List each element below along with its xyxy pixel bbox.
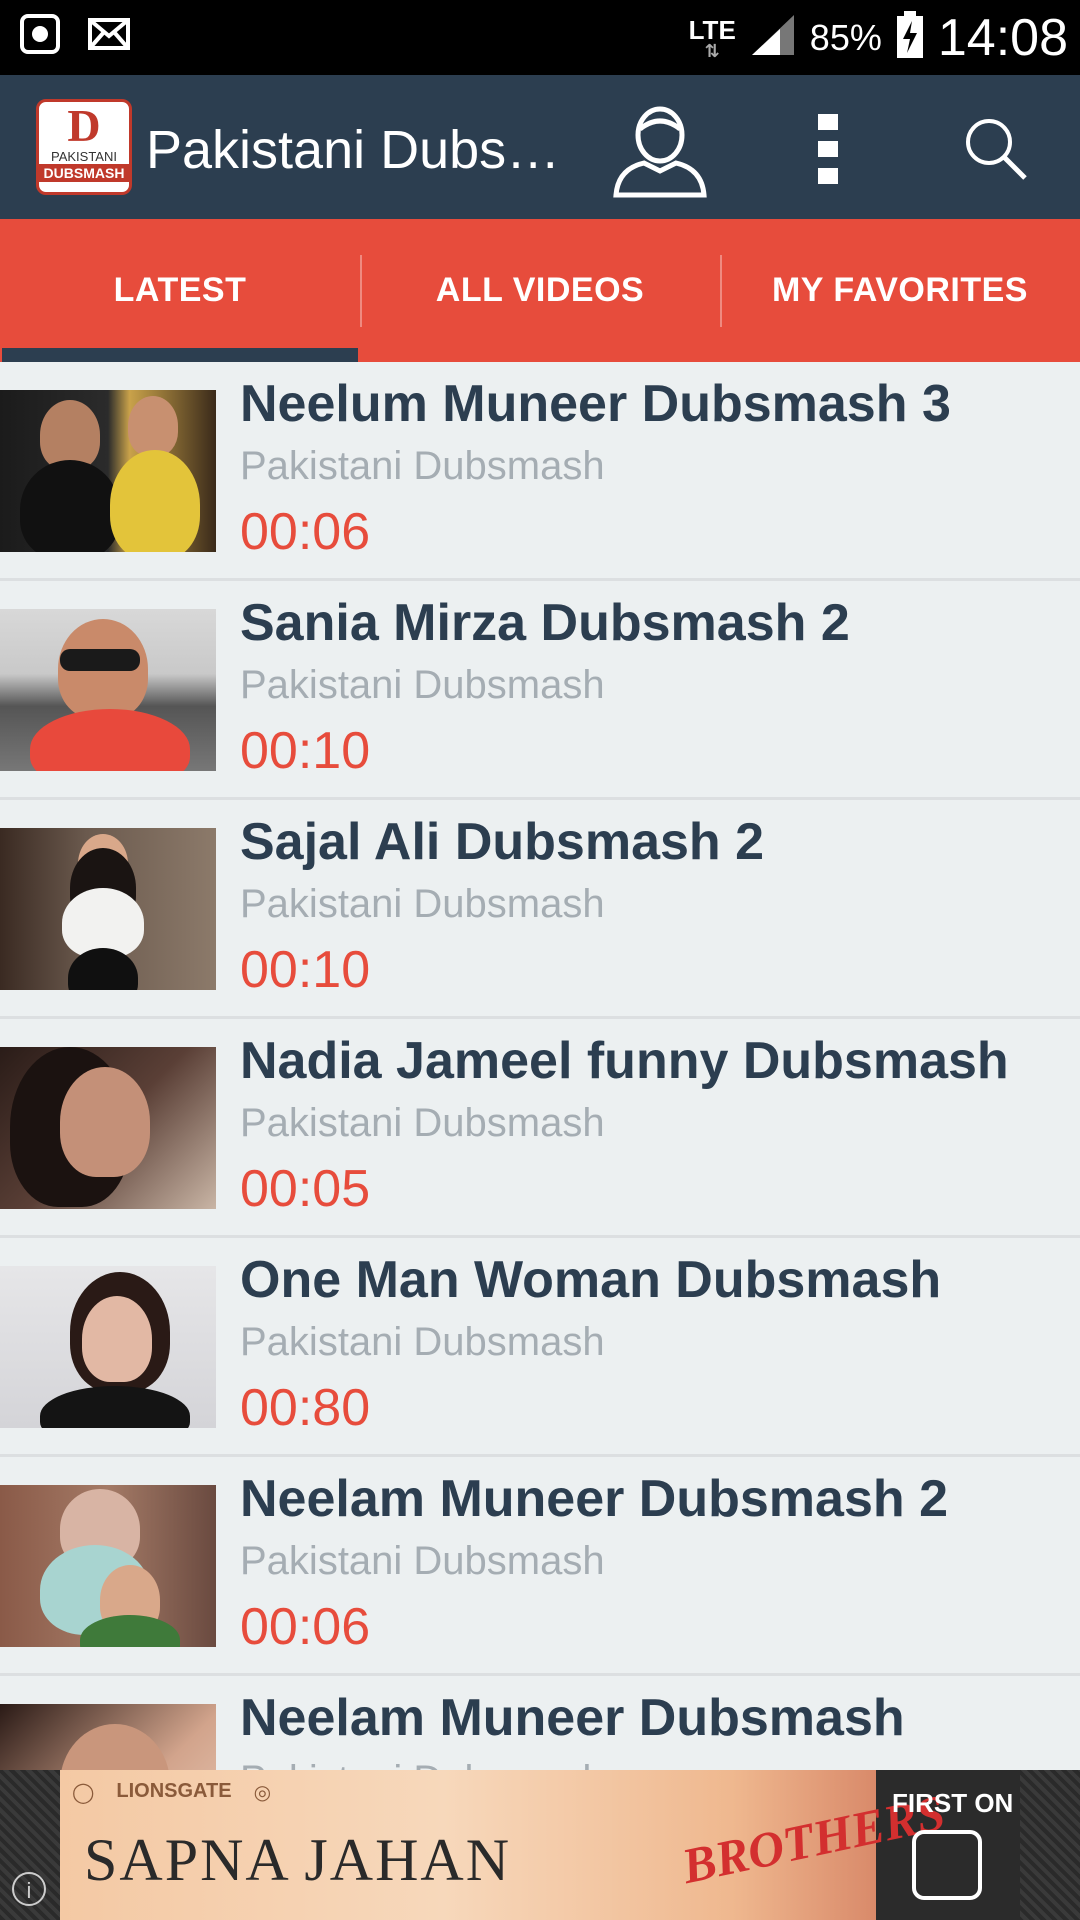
status-bar: LTE ⇅ 85% 14:08 <box>0 0 1080 75</box>
video-title: Neelum Muneer Dubsmash 3 <box>240 375 951 433</box>
video-channel: Pakistani Dubsmash <box>240 1758 605 1770</box>
video-channel: Pakistani Dubsmash <box>240 1539 605 1583</box>
video-title: Neelam Muneer Dubsmash 2 <box>240 1470 949 1528</box>
video-list[interactable]: Neelum Muneer Dubsmash 3 Pakistani Dubsm… <box>0 362 1080 1770</box>
video-list-item[interactable]: One Man Woman Dubsmash Pakistani Dubsmas… <box>0 1238 1080 1457</box>
screenshot-notification-icon <box>20 14 60 59</box>
video-thumbnail[interactable] <box>0 1047 216 1209</box>
clock: 14:08 <box>937 8 1068 67</box>
video-list-item[interactable]: Nadia Jameel funny Dubsmash Pakistani Du… <box>0 1019 1080 1238</box>
video-channel: Pakistani Dubsmash <box>240 1101 605 1145</box>
video-list-item[interactable]: Sania Mirza Dubsmash 2 Pakistani Dubsmas… <box>0 581 1080 800</box>
ad-first-on: FIRST ON <box>892 1788 1014 1818</box>
video-channel: Pakistani Dubsmash <box>240 663 605 707</box>
video-thumbnail[interactable] <box>0 828 216 990</box>
user-icon <box>613 106 707 198</box>
mail-notification-icon <box>88 18 130 55</box>
video-thumbnail[interactable] <box>0 1266 216 1428</box>
overflow-menu-button[interactable] <box>800 97 856 201</box>
saavn-logo-icon <box>912 1830 982 1900</box>
video-duration: 00:80 <box>240 1379 371 1437</box>
video-duration: 00:05 <box>240 1160 371 1218</box>
video-list-item[interactable]: Neelam Muneer Dubsmash Pakistani Dubsmas… <box>0 1676 1080 1770</box>
search-icon <box>966 119 1027 180</box>
battery-percent: 85% <box>809 16 882 58</box>
search-button[interactable] <box>954 107 1038 191</box>
tab-latest[interactable]: LATEST <box>0 219 360 362</box>
video-thumbnail[interactable] <box>0 1485 216 1647</box>
tab-all-videos[interactable]: ALL VIDEOS <box>360 219 720 362</box>
video-duration: 00:10 <box>240 941 371 999</box>
video-list-item[interactable]: Sajal Ali Dubsmash 2 Pakistani Dubsmash … <box>0 800 1080 1019</box>
video-duration: 00:06 <box>240 503 371 561</box>
app-logo: D PAKISTANI DUBSMASH <box>36 99 132 195</box>
battery-charging-icon <box>896 11 924 64</box>
tab-my-favorites[interactable]: MY FAVORITES <box>720 219 1080 362</box>
video-channel: Pakistani Dubsmash <box>240 882 605 926</box>
video-title: Sania Mirza Dubsmash 2 <box>240 594 850 652</box>
app-title: Pakistani Dubs… <box>146 120 561 180</box>
signal-icon <box>750 13 796 62</box>
network-indicator: LTE ⇅ <box>688 14 736 61</box>
ad-title: SAPNA JAHAN <box>84 1827 512 1893</box>
more-vertical-icon <box>818 114 838 184</box>
video-thumbnail[interactable] <box>0 390 216 552</box>
profile-button[interactable] <box>608 97 712 201</box>
video-title: Sajal Ali Dubsmash 2 <box>240 813 765 871</box>
video-channel: Pakistani Dubsmash <box>240 444 605 488</box>
tab-bar: LATEST ALL VIDEOS MY FAVORITES <box>0 219 1080 362</box>
ad-banner-area: ◯ LIONSGATE ◎ SAPNA JAHAN BROTHERS FIRST O… <box>0 1770 1080 1920</box>
video-list-item[interactable]: Neelum Muneer Dubsmash 3 Pakistani Dubsm… <box>0 362 1080 581</box>
video-duration: 00:06 <box>240 1598 371 1656</box>
ad-sponsor-logos: ◯ LIONSGATE ◎ <box>72 1780 272 1804</box>
ad-info-icon[interactable]: i <box>12 1872 46 1906</box>
video-channel: Pakistani Dubsmash <box>240 1320 605 1364</box>
video-thumbnail[interactable] <box>0 609 216 771</box>
video-title: One Man Woman Dubsmash <box>240 1251 942 1309</box>
video-thumbnail[interactable] <box>0 1704 216 1770</box>
video-title: Neelam Muneer Dubsmash <box>240 1689 905 1747</box>
video-list-item[interactable]: Neelam Muneer Dubsmash 2 Pakistani Dubsm… <box>0 1457 1080 1676</box>
app-bar: D PAKISTANI DUBSMASH Pakistani Dubs… <box>0 75 1080 219</box>
video-title: Nadia Jameel funny Dubsmash <box>240 1032 1009 1090</box>
video-duration: 00:10 <box>240 722 371 780</box>
ad-banner[interactable]: ◯ LIONSGATE ◎ SAPNA JAHAN BROTHERS FIRST O… <box>60 1770 1020 1920</box>
